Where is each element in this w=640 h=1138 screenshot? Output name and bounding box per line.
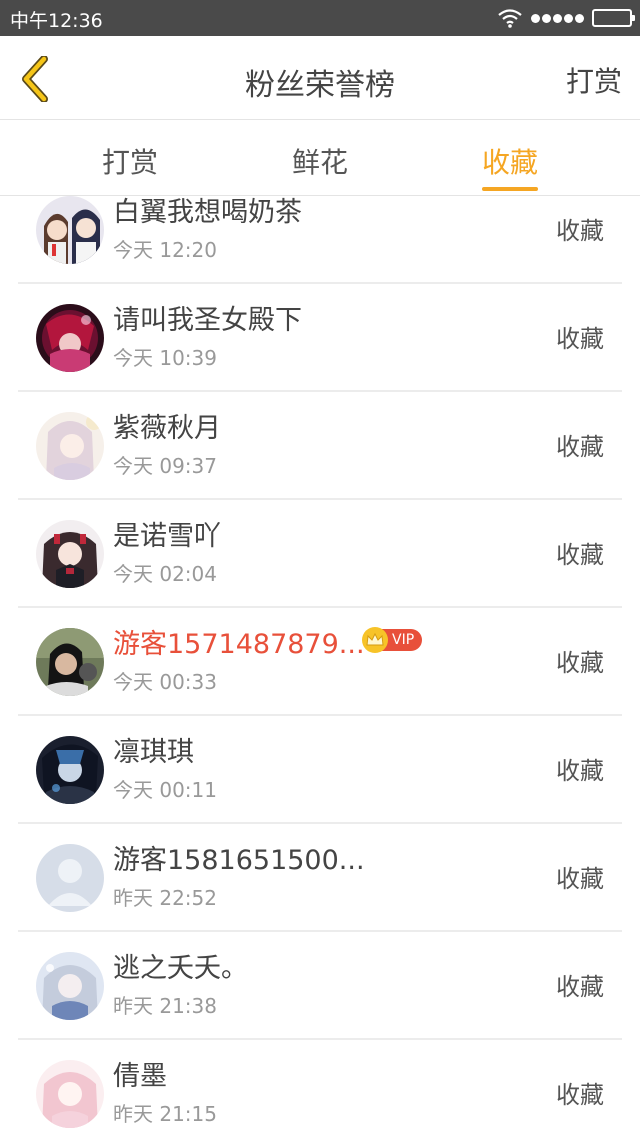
avatar xyxy=(36,520,104,588)
crown-icon xyxy=(362,627,388,653)
item-action-label: 收藏 xyxy=(556,433,604,461)
default-user-icon xyxy=(36,844,104,912)
nav-bar: 粉丝荣誉榜 打赏 xyxy=(0,36,640,120)
user-name: 游客1571487879... xyxy=(113,629,365,660)
item-time: 今天 12:20 xyxy=(113,238,217,262)
item-time: 昨天 22:52 xyxy=(113,886,217,910)
tab-active-indicator xyxy=(482,187,538,191)
tab-label: 打赏 xyxy=(101,146,158,179)
list-item[interactable]: 是诺雪吖 今天 02:04 收藏 xyxy=(0,500,640,608)
item-action-label: 收藏 xyxy=(556,865,604,893)
item-time: 昨天 21:15 xyxy=(113,1102,217,1126)
list-item[interactable]: 游客1581651500... 昨天 22:52 收藏 xyxy=(0,824,640,932)
avatar xyxy=(36,1060,104,1128)
battery-icon xyxy=(592,9,635,27)
item-time: 今天 00:33 xyxy=(113,670,217,694)
user-name: 倩墨 xyxy=(113,1061,167,1092)
list-item[interactable]: 倩墨 昨天 21:15 收藏 xyxy=(0,1040,640,1138)
user-name: 逃之夭夭。 xyxy=(113,953,248,984)
tab-label: 收藏 xyxy=(481,146,538,179)
item-time: 今天 09:37 xyxy=(113,454,217,478)
user-name: 凛琪琪 xyxy=(113,737,194,768)
tab-flowers[interactable]: 鲜花 xyxy=(250,121,390,195)
item-time: 今天 02:04 xyxy=(113,562,217,586)
item-action-label: 收藏 xyxy=(556,649,604,677)
list-item[interactable]: 白翼我想喝奶茶 今天 12:20 收藏 xyxy=(0,196,640,284)
page-title: 粉丝荣誉榜 xyxy=(245,68,395,103)
avatar xyxy=(36,736,104,804)
item-action-label: 收藏 xyxy=(556,325,604,353)
item-action-label: 收藏 xyxy=(556,217,604,245)
list-item[interactable]: 游客1571487879... VIP 今天 00:33 收藏 xyxy=(0,608,640,716)
avatar xyxy=(36,844,104,912)
avatar xyxy=(36,412,104,480)
user-name: 白翼我想喝奶茶 xyxy=(113,197,302,228)
tab-bar: 打赏 鲜花 收藏 xyxy=(0,121,640,196)
vip-badge: VIP xyxy=(362,627,423,653)
item-action-label: 收藏 xyxy=(556,757,604,785)
status-icons xyxy=(497,6,635,30)
list-item[interactable]: 逃之夭夭。 昨天 21:38 收藏 xyxy=(0,932,640,1040)
avatar xyxy=(36,196,104,264)
list-item[interactable]: 凛琪琪 今天 00:11 收藏 xyxy=(0,716,640,824)
list-item[interactable]: 请叫我圣女殿下 今天 10:39 收藏 xyxy=(0,284,640,392)
back-button[interactable] xyxy=(12,54,58,104)
wifi-icon xyxy=(498,9,522,28)
tab-favorites[interactable]: 收藏 xyxy=(440,121,580,195)
user-name: 是诺雪吖 xyxy=(113,521,221,552)
reward-button[interactable]: 打赏 xyxy=(566,60,622,100)
item-time: 今天 00:11 xyxy=(113,778,217,802)
item-action-label: 收藏 xyxy=(556,541,604,569)
user-name: 紫薇秋月 xyxy=(113,413,221,444)
item-action-label: 收藏 xyxy=(556,973,604,1001)
signal-icon xyxy=(531,13,584,23)
item-time: 今天 10:39 xyxy=(113,346,217,370)
avatar xyxy=(36,628,104,696)
tab-reward[interactable]: 打赏 xyxy=(60,121,200,195)
fan-list: 白翼我想喝奶茶 今天 12:20 收藏 请叫我圣女殿下 今天 10:39 收藏 xyxy=(0,196,640,1138)
user-name: 请叫我圣女殿下 xyxy=(113,305,302,336)
list-item[interactable]: 紫薇秋月 今天 09:37 收藏 xyxy=(0,392,640,500)
chevron-left-icon xyxy=(22,56,48,102)
status-bar: 中午12:36 xyxy=(0,0,640,36)
tab-label: 鲜花 xyxy=(291,146,348,179)
avatar xyxy=(36,304,104,372)
avatar xyxy=(36,952,104,1020)
user-name: 游客1581651500... xyxy=(113,845,365,876)
vip-label: VIP xyxy=(382,629,423,651)
status-time: 中午12:36 xyxy=(10,10,103,32)
item-action-label: 收藏 xyxy=(556,1081,604,1109)
item-time: 昨天 21:38 xyxy=(113,994,217,1018)
